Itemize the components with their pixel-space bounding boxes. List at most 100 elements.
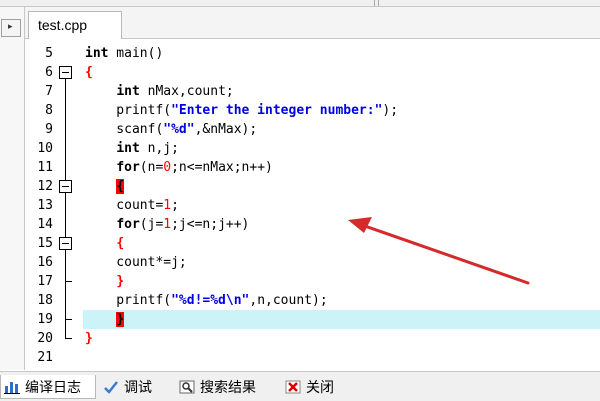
code-token: scanf( xyxy=(85,122,164,137)
code-line[interactable]: 6{ xyxy=(25,63,600,82)
fold-end-marker xyxy=(65,319,72,320)
line-number: 11 xyxy=(37,160,53,175)
code-text: } xyxy=(85,329,93,348)
code-token: (j= xyxy=(139,217,164,232)
code-token: { xyxy=(116,179,125,194)
check-icon xyxy=(102,379,120,395)
code-text: { xyxy=(85,63,93,82)
code-token: "Enter the integer number:" xyxy=(171,103,383,118)
line-number: 18 xyxy=(37,293,53,308)
code-text: int main() xyxy=(85,44,163,63)
code-line[interactable]: 9 scanf("%d",&nMax); xyxy=(25,120,600,139)
code-editor[interactable]: 5 int main() 6{7 int nMax,count; 8 printf("… xyxy=(25,39,600,370)
code-line[interactable]: 12 { xyxy=(25,177,600,196)
code-text: count*=j; xyxy=(85,253,187,272)
code-token: (n= xyxy=(139,160,164,175)
code-token: { xyxy=(116,236,125,251)
bar-chart-icon xyxy=(3,379,21,395)
line-number: 14 xyxy=(37,217,53,232)
code-token: } xyxy=(116,312,125,327)
code-line[interactable]: 19 } xyxy=(25,310,600,329)
bottom-tab-label: 调试 xyxy=(124,380,152,396)
code-text: count=1; xyxy=(85,196,179,215)
line-number: 20 xyxy=(37,331,53,346)
panel-expand-button[interactable]: ▸ xyxy=(1,19,21,37)
line-number: 7 xyxy=(45,84,53,99)
code-line[interactable]: 8 printf("Enter the integer number:"); xyxy=(25,101,600,120)
line-number: 5 xyxy=(45,46,53,61)
chevron-right-icon: ▸ xyxy=(8,22,13,32)
code-token: ,&nMax); xyxy=(194,122,258,137)
code-text: int n,j; xyxy=(85,139,179,158)
line-number: 16 xyxy=(37,255,53,270)
code-line[interactable]: 11 for(n=0;n<=nMax;n++) xyxy=(25,158,600,177)
line-number: 17 xyxy=(37,274,53,289)
code-token: "%d!=%d\n" xyxy=(171,293,250,308)
bottom-tab[interactable]: 关闭 xyxy=(282,375,354,399)
bottom-tab-label: 关闭 xyxy=(306,380,334,396)
code-line[interactable]: 16 count*=j; xyxy=(25,253,600,272)
code-line[interactable]: 18 printf("%d!=%d\n",n,count); xyxy=(25,291,600,310)
code-line[interactable]: 13 count=1; xyxy=(25,196,600,215)
code-token: ); xyxy=(382,103,399,118)
code-token: count*=j; xyxy=(85,255,187,270)
toolbar-separator xyxy=(378,0,379,6)
bottom-panel-tabs: 编译日志 调试 搜索结果 关闭 xyxy=(0,371,600,401)
code-token: count= xyxy=(85,198,164,213)
project-panel: ▸ xyxy=(0,7,25,370)
close-icon xyxy=(284,379,302,395)
tab-test-cpp[interactable]: test.cpp xyxy=(28,11,122,39)
code-line[interactable]: 7 int nMax,count; xyxy=(25,82,600,101)
fold-end-marker xyxy=(65,338,72,339)
fold-end-marker xyxy=(65,281,72,282)
top-toolbar-edge xyxy=(0,0,600,7)
code-line[interactable]: 14 for(j=1;j<=n;j++) xyxy=(25,215,600,234)
line-number: 19 xyxy=(37,312,53,327)
bottom-tab[interactable]: 编译日志 xyxy=(0,375,96,399)
code-token: { xyxy=(85,65,93,80)
line-number: 9 xyxy=(45,122,53,137)
fold-collapse-icon[interactable] xyxy=(59,66,72,79)
code-token: ;n<=nMax;n++) xyxy=(171,160,273,175)
fold-collapse-icon[interactable] xyxy=(59,237,72,250)
bottom-tab-label: 搜索结果 xyxy=(200,380,256,396)
bottom-tab[interactable]: 搜索结果 xyxy=(176,375,278,399)
code-token: ; xyxy=(171,198,179,213)
code-token: } xyxy=(85,331,93,346)
line-number: 10 xyxy=(37,141,53,156)
bottom-tab-label: 编译日志 xyxy=(25,379,81,396)
line-number: 15 xyxy=(37,236,53,251)
code-text: for(n=0;n<=nMax;n++) xyxy=(85,158,273,177)
fold-collapse-icon[interactable] xyxy=(59,180,72,193)
code-token: 1 xyxy=(163,217,172,232)
code-token: ,n,count); xyxy=(249,293,328,308)
bottom-tab[interactable]: 调试 xyxy=(100,375,172,399)
code-line[interactable]: 5 int main() xyxy=(25,44,600,63)
toolbar-separator xyxy=(374,0,375,6)
code-text: int nMax,count; xyxy=(85,82,234,101)
search-icon xyxy=(178,379,196,395)
line-number: 8 xyxy=(45,103,53,118)
code-token: nMax,count; xyxy=(139,84,234,99)
code-line[interactable]: 10 int n,j; xyxy=(25,139,600,158)
line-number: 12 xyxy=(37,179,53,194)
code-token: 1 xyxy=(163,198,172,213)
code-token: int xyxy=(85,46,109,61)
code-text: printf("Enter the integer number:"); xyxy=(85,101,398,120)
code-token: for xyxy=(116,217,140,232)
code-token: "%d" xyxy=(163,122,195,137)
code-token: n,j; xyxy=(139,141,179,156)
code-line[interactable]: 17 } xyxy=(25,272,600,291)
code-line[interactable]: 15 { xyxy=(25,234,600,253)
code-line[interactable]: 21 xyxy=(25,348,600,367)
code-line[interactable]: 20} xyxy=(25,329,600,348)
code-text: scanf("%d",&nMax); xyxy=(85,120,257,139)
code-text: { xyxy=(85,234,124,253)
